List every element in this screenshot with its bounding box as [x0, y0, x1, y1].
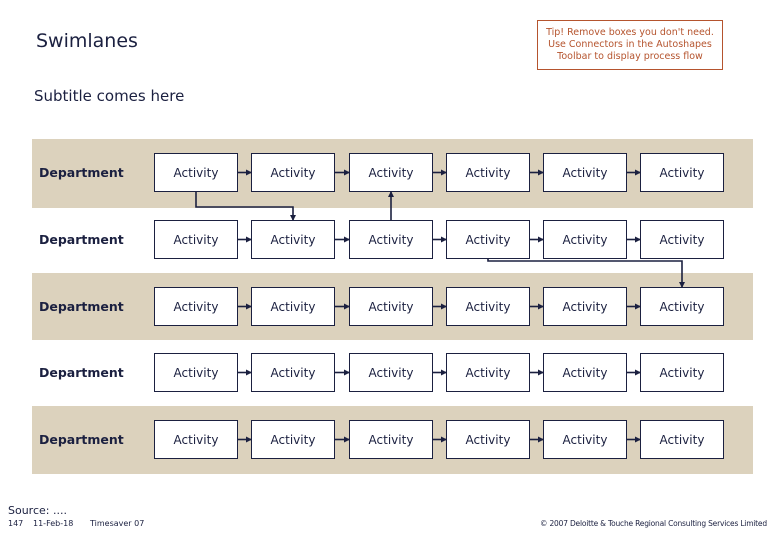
- footer-date: 11-Feb-18: [33, 519, 74, 528]
- copyright: © 2007 Deloitte & Touche Regional Consul…: [540, 519, 767, 528]
- connector-layer: [195, 169, 685, 443]
- cross-lane-arrow: [195, 192, 296, 221]
- footer-template: Timesaver 07: [90, 519, 145, 528]
- cross-lane-arrow: [487, 259, 685, 288]
- source-note: Source: ....: [8, 504, 67, 517]
- page-number: 147: [8, 519, 24, 528]
